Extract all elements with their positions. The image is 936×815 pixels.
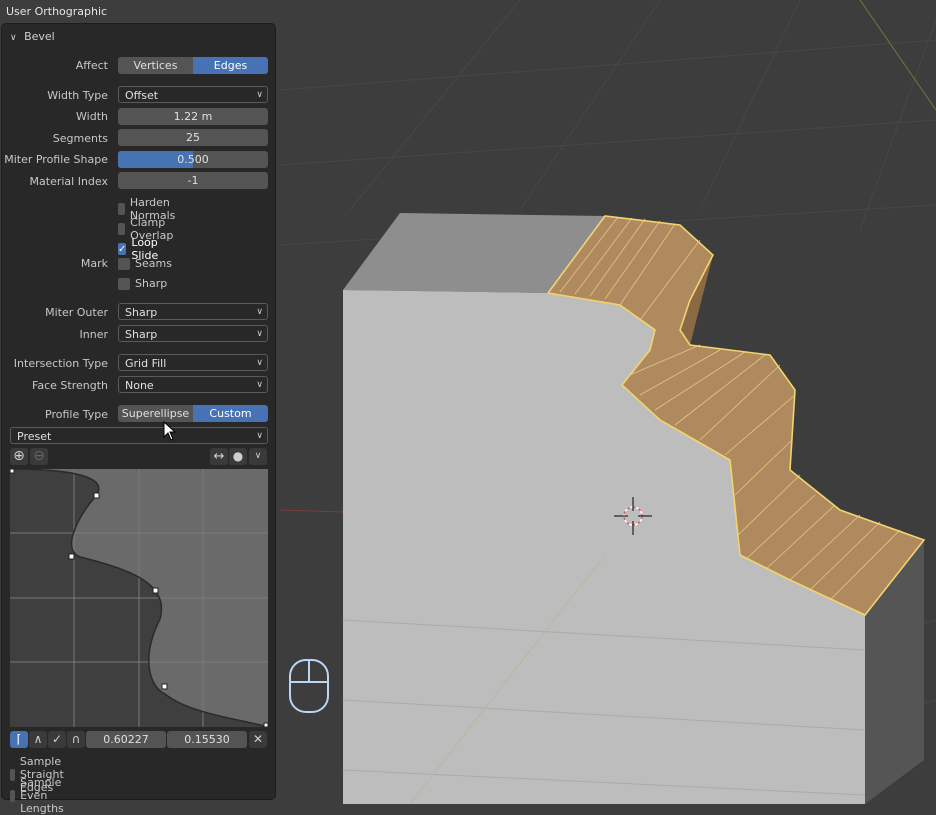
mark-sharp-label: Sharp (135, 277, 168, 290)
mark-seams-checkbox[interactable]: Seams (118, 257, 172, 270)
checkbox-box[interactable] (118, 203, 125, 215)
width-type-dropdown[interactable]: Offset ∨ (118, 86, 268, 103)
miter-outer-value: Sharp (125, 306, 158, 319)
swap-icon[interactable]: ↔ (210, 448, 228, 465)
mark-sharp-checkbox[interactable]: Sharp (118, 277, 167, 290)
inner-dropdown[interactable]: Sharp ∨ (118, 325, 268, 342)
intersection-type-value: Grid Fill (125, 357, 167, 370)
profile-superellipse-button[interactable]: Superellipse (118, 405, 193, 422)
remove-point-icon[interactable]: ⊖ (30, 448, 48, 465)
inner-value: Sharp (125, 328, 158, 341)
chevron-down-icon: ∨ (256, 431, 263, 441)
add-point-icon[interactable]: ⊕ (10, 448, 28, 465)
inner-label: Inner (79, 328, 108, 341)
chevron-down-icon: ∨ (256, 329, 263, 339)
chevron-down-icon: ∨ (256, 307, 263, 317)
preset-value: Preset (17, 430, 52, 443)
width-type-label: Width Type (47, 89, 108, 102)
affect-vertices-button[interactable]: Vertices (118, 57, 193, 74)
curve-x-field[interactable]: 0.60227 (86, 731, 166, 748)
sample-even-lengths-checkbox[interactable]: Sample Even Lengths (10, 776, 71, 815)
handle-vector-icon[interactable]: ∧ (29, 731, 47, 748)
chevron-down-icon[interactable]: ∨ (249, 448, 267, 465)
width-label: Width (76, 110, 108, 123)
checkbox-box[interactable] (118, 223, 126, 235)
pointer-icon (163, 421, 177, 441)
intersection-type-dropdown[interactable]: Grid Fill ∨ (118, 354, 268, 371)
chevron-down-icon: ∨ (10, 33, 17, 43)
mark-seams-label: Seams (135, 257, 172, 270)
face-strength-dropdown[interactable]: None ∨ (118, 376, 268, 393)
mark-label: Mark (80, 257, 108, 270)
affect-label: Affect (75, 59, 108, 72)
width-type-value: Offset (125, 89, 159, 102)
checkbox-box[interactable] (118, 277, 130, 290)
handle-aligned-icon[interactable]: ∩ (67, 731, 85, 748)
segments-label: Segments (52, 132, 108, 145)
checkbox-box[interactable] (10, 789, 16, 802)
face-strength-value: None (125, 379, 154, 392)
panel-title: Bevel (24, 30, 55, 43)
chevron-down-icon: ∨ (256, 90, 263, 100)
curve-y-field[interactable]: 0.15530 (167, 731, 247, 748)
miter-profile-shape-label: Miter Profile Shape (4, 153, 108, 166)
panel-header[interactable]: ∨ Bevel (10, 30, 55, 43)
width-field[interactable]: 1.22 m (118, 108, 268, 125)
miter-profile-shape-value: 0.500 (177, 153, 209, 166)
face-strength-label: Face Strength (32, 379, 108, 392)
profile-type-toggle[interactable]: Superellipse Custom (118, 405, 268, 422)
handle-auto-icon[interactable]: ⌈ (10, 731, 28, 748)
close-icon[interactable]: ✕ (249, 731, 267, 748)
affect-edges-button[interactable]: Edges (193, 57, 268, 74)
miter-profile-shape-slider[interactable]: 0.500 (118, 151, 268, 168)
chevron-down-icon: ∨ (256, 380, 263, 390)
profile-type-label: Profile Type (45, 408, 108, 421)
profile-custom-button[interactable]: Custom (193, 405, 268, 422)
miter-outer-dropdown[interactable]: Sharp ∨ (118, 303, 268, 320)
viewport-title: User Orthographic (6, 5, 108, 18)
preset-dropdown[interactable]: Preset ∨ (10, 427, 268, 444)
material-index-field[interactable]: -1 (118, 172, 268, 189)
profile-curve-editor[interactable] (10, 469, 268, 727)
material-index-label: Material Index (29, 175, 108, 188)
sample-even-lengths-label: Sample Even Lengths (20, 776, 64, 815)
segments-field[interactable]: 25 (118, 129, 268, 146)
dot-icon[interactable]: ● (229, 448, 247, 465)
miter-outer-label: Miter Outer (45, 306, 108, 319)
checkmark-icon[interactable]: ✓ (118, 243, 127, 255)
handle-free-icon[interactable]: ✓ (48, 731, 66, 748)
chevron-down-icon: ∨ (256, 358, 263, 368)
checkbox-box[interactable] (118, 257, 130, 270)
intersection-type-label: Intersection Type (13, 357, 108, 370)
affect-toggle[interactable]: Vertices Edges (118, 57, 268, 74)
